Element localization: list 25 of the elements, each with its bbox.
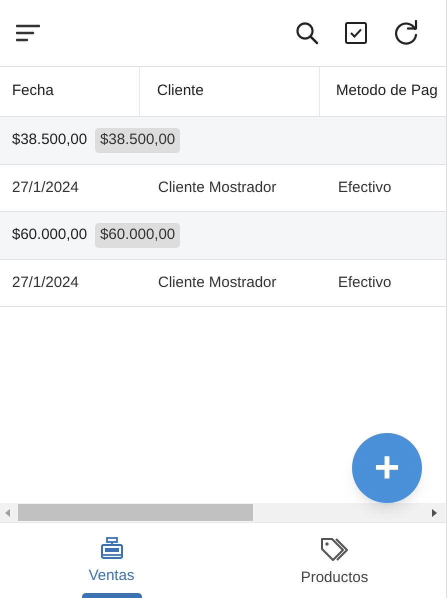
scroll-right-icon[interactable]: [432, 508, 437, 516]
horizontal-scrollbar[interactable]: [0, 503, 446, 522]
refresh-icon[interactable]: [394, 20, 420, 46]
nav-tab[interactable]: Ventas: [0, 523, 223, 598]
table-cell: 27/1/2024: [12, 274, 79, 291]
cash-register-icon: [100, 537, 124, 559]
table-cell: Efectivo: [338, 274, 392, 291]
checkbox-icon[interactable]: [345, 22, 367, 44]
tags-icon: [320, 537, 350, 561]
group-total: $38.500,00: [12, 130, 88, 150]
nav-tab[interactable]: Productos: [223, 523, 446, 598]
search-icon[interactable]: [295, 21, 319, 45]
active-tab-indicator: [82, 593, 142, 598]
column-header[interactable]: Fecha: [12, 80, 54, 103]
total-badge: $60.000,00: [95, 223, 180, 248]
column-header[interactable]: Metodo de Pag: [336, 80, 438, 103]
table-cell: 27/1/2024: [12, 179, 79, 196]
table-cell: Cliente Mostrador: [158, 179, 276, 196]
table-cell: Efectivo: [338, 179, 392, 196]
scrollbar-thumb[interactable]: [18, 504, 253, 521]
group-total: $60.000,00: [12, 225, 88, 246]
table-cell: Cliente Mostrador: [158, 274, 276, 291]
column-header[interactable]: Cliente: [157, 80, 204, 103]
menu-icon[interactable]: [16, 24, 40, 42]
total-badge: $38.500,00: [95, 128, 180, 153]
